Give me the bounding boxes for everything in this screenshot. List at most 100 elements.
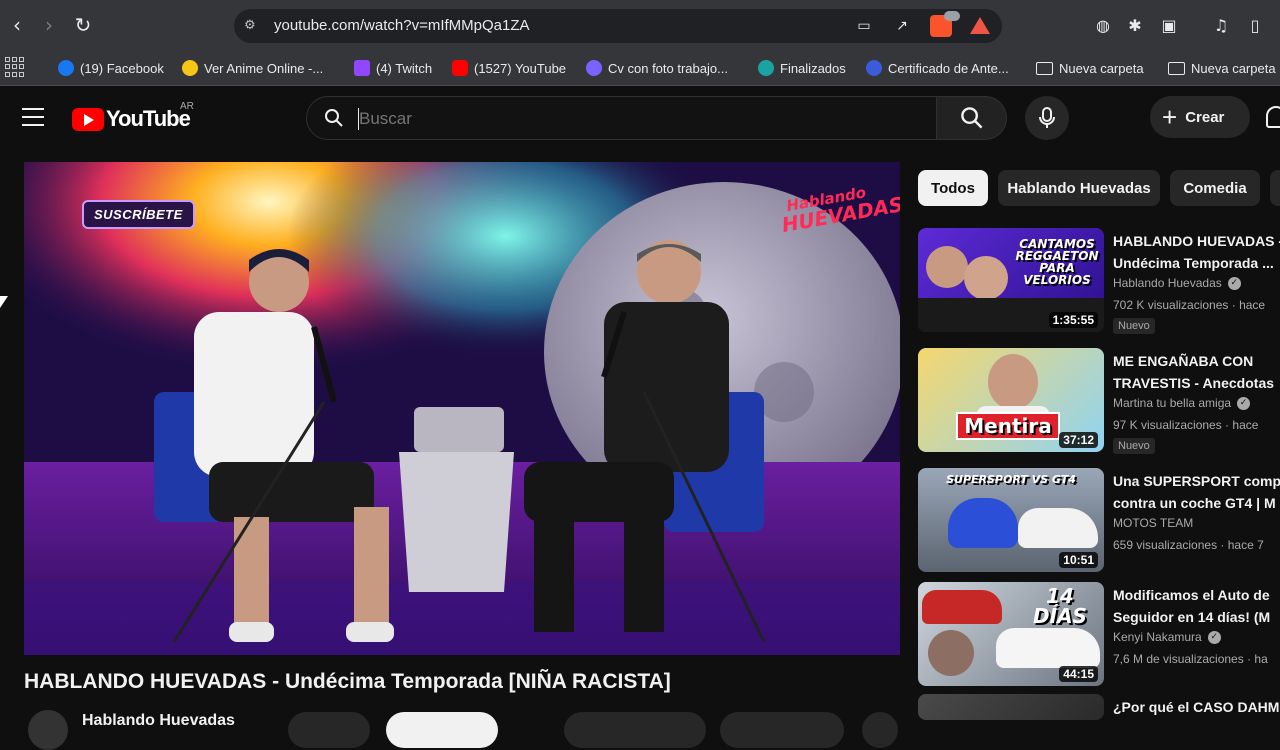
notifications-bell-icon[interactable]	[1266, 106, 1280, 128]
youtube-logo-text: YouTube	[106, 106, 191, 131]
search-box[interactable]	[306, 96, 937, 140]
thumbnail-caption: Mentira	[956, 412, 1060, 440]
recommendation-meta: 659 visualizaciones · hace 7	[1113, 538, 1264, 552]
recommendation-channel[interactable]: Hablando Huevadas ✓	[1113, 276, 1241, 290]
recommendation-item[interactable]: ¿Por qué el CASO DAHM	[918, 694, 1280, 720]
reload-icon[interactable]: ↻	[70, 12, 96, 38]
youtube-header: YouTube AR + Crear	[0, 86, 1280, 150]
vpn-icon[interactable]: ◍	[1092, 14, 1114, 36]
channel-name[interactable]: Hablando Huevadas	[82, 712, 235, 730]
bookmarks-bar: (19) Facebook Ver Anime Online -... (4) …	[0, 52, 1280, 86]
recommendation-title[interactable]: ME ENGAÑABA CON TRAVESTIS - Anecdotas	[1113, 350, 1280, 394]
recommendation-item[interactable]: Mentira 37:12 ME ENGAÑABA CON TRAVESTIS …	[918, 348, 1280, 456]
chip-todos[interactable]: Todos	[918, 170, 988, 206]
bookmark-folder-2[interactable]: Nueva carpeta	[1168, 56, 1276, 80]
like-dislike-button[interactable]	[564, 712, 706, 748]
create-button[interactable]: + Crear	[1150, 96, 1250, 138]
search-icon	[325, 109, 343, 127]
video-thumbnail[interactable]	[918, 694, 1104, 720]
video-duration: 44:15	[1059, 666, 1098, 682]
thumbnail-caption: CANTAMOS REGGAETON PARA VELORIOS	[1015, 237, 1099, 287]
bookmark-folder-1[interactable]: Nueva carpeta	[1036, 56, 1144, 80]
address-bar[interactable]: ⚙ youtube.com/watch?v=mIfMMpQa1ZA ▭ ↗	[234, 9, 1002, 43]
site-settings-icon[interactable]: ⚙	[244, 18, 260, 34]
browser-toolbar: ‹ › ↻ ⚙ youtube.com/watch?v=mIfMMpQa1ZA …	[0, 0, 1280, 52]
share-button[interactable]	[720, 712, 844, 748]
subscribe-overlay-badge: SUSCRÍBETE	[82, 200, 195, 229]
search-input[interactable]	[359, 108, 919, 130]
search-icon	[960, 107, 982, 129]
cast-icon[interactable]: ▭	[854, 16, 874, 36]
youtube-play-icon	[72, 107, 104, 131]
recommendation-channel[interactable]: Kenyi Nakamura ✓	[1113, 630, 1221, 644]
bookmark-finalizados[interactable]: Finalizados	[758, 56, 846, 80]
channel-avatar[interactable]	[28, 710, 68, 750]
forward-icon[interactable]: ›	[36, 12, 62, 38]
finalizados-icon	[758, 60, 774, 76]
extensions-icon[interactable]: ✱	[1124, 14, 1146, 36]
plus-icon: +	[1162, 102, 1178, 132]
join-button[interactable]	[288, 712, 370, 748]
certificate-icon	[866, 60, 882, 76]
video-thumbnail[interactable]: SUPERSPORT VS GT4 10:51	[918, 468, 1104, 572]
chip-comedia[interactable]: Comedia	[1170, 170, 1260, 206]
facebook-icon	[58, 60, 74, 76]
mouse-cursor	[0, 296, 8, 308]
menu-icon[interactable]	[22, 108, 44, 128]
recommendation-title[interactable]: Una SUPERSPORT comp contra un coche GT4 …	[1113, 470, 1280, 514]
country-code: AR	[180, 101, 194, 112]
recommendation-item[interactable]: SUPERSPORT VS GT4 10:51 Una SUPERSPORT c…	[918, 468, 1280, 576]
bookmark-facebook[interactable]: (19) Facebook	[58, 56, 164, 80]
video-title: HABLANDO HUEVADAS - Undécima Temporada […	[24, 670, 671, 693]
subscribe-button[interactable]	[386, 712, 498, 748]
recommendation-item[interactable]: CANTAMOS REGGAETON PARA VELORIOS 1:35:55…	[918, 228, 1280, 336]
sidebar-toggle-icon[interactable]: ▯	[1244, 14, 1266, 36]
bookmark-twitch[interactable]: (4) Twitch	[354, 56, 432, 80]
rewards-icon[interactable]	[970, 17, 990, 34]
recommendation-title[interactable]: HABLANDO HUEVADAS - Undécima Temporada .…	[1113, 230, 1280, 274]
youtube-icon	[452, 60, 468, 76]
more-actions-button[interactable]	[862, 712, 898, 748]
chip-hablando-huevadas[interactable]: Hablando Huevadas	[998, 170, 1160, 206]
recommendation-title[interactable]: Modificamos el Auto de Seguidor en 14 dí…	[1113, 584, 1280, 628]
video-duration: 10:51	[1059, 552, 1098, 568]
media-icon[interactable]: ♫	[1210, 14, 1232, 36]
youtube-logo[interactable]: YouTube	[72, 106, 191, 132]
recommendation-channel[interactable]: MOTOS TEAM	[1113, 516, 1193, 530]
url-text[interactable]: youtube.com/watch?v=mIfMMpQa1ZA	[274, 17, 530, 34]
bookmark-certificado[interactable]: Certificado de Ante...	[866, 56, 1009, 80]
canva-icon	[586, 60, 602, 76]
wallet-icon[interactable]: ▣	[1158, 14, 1180, 36]
video-thumbnail[interactable]: 14 DÍAS 44:15	[918, 582, 1104, 686]
recommendation-item[interactable]: 14 DÍAS 44:15 Modificamos el Auto de Seg…	[918, 582, 1280, 690]
recommendation-meta: 97 K visualizaciones · hace	[1113, 418, 1259, 432]
video-player[interactable]: SUSCRÍBETE Hablando HUEVADAS	[24, 162, 900, 655]
bookmark-cv[interactable]: Cv con foto trabajo...	[586, 56, 728, 80]
video-thumbnail[interactable]: Mentira 37:12	[918, 348, 1104, 452]
voice-search-button[interactable]	[1025, 96, 1069, 140]
video-thumbnail[interactable]: CANTAMOS REGGAETON PARA VELORIOS 1:35:55	[918, 228, 1104, 332]
recommendation-title[interactable]: ¿Por qué el CASO DAHM	[1113, 696, 1280, 718]
recommendation-meta: 702 K visualizaciones · hace	[1113, 298, 1266, 312]
microphone-icon	[1039, 107, 1055, 128]
folder-icon	[1168, 61, 1185, 75]
shields-badge	[944, 11, 960, 21]
new-badge: Nuevo	[1113, 438, 1155, 454]
recommendation-channel[interactable]: Martina tu bella amiga ✓	[1113, 396, 1251, 410]
anime-icon	[182, 60, 198, 76]
back-icon[interactable]: ‹	[4, 12, 30, 38]
video-duration: 1:35:55	[1048, 312, 1098, 328]
bookmark-anime[interactable]: Ver Anime Online -...	[182, 56, 323, 80]
search-button[interactable]	[937, 96, 1007, 140]
video-frame	[24, 162, 900, 655]
folder-icon	[1036, 61, 1053, 75]
share-icon[interactable]: ↗	[892, 16, 912, 36]
chip-more[interactable]	[1270, 170, 1280, 206]
bookmark-youtube[interactable]: (1527) YouTube	[452, 56, 566, 80]
thumbnail-caption: SUPERSPORT VS GT4	[946, 473, 1076, 486]
recommendation-meta: 7,6 M de visualizaciones · ha	[1113, 652, 1268, 666]
apps-grid-icon[interactable]	[5, 57, 25, 77]
new-badge: Nuevo	[1113, 318, 1155, 334]
verified-icon: ✓	[1227, 276, 1241, 290]
channel-row: Hablando Huevadas	[24, 708, 904, 750]
